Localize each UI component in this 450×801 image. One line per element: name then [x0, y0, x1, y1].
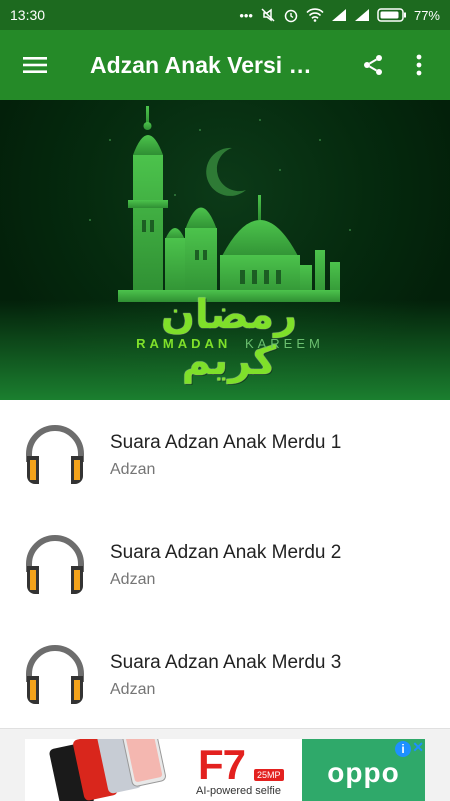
ad-info-icon[interactable]: i: [395, 741, 411, 757]
ad-brand-panel[interactable]: oppo i ✕: [302, 739, 425, 801]
mute-icon: [261, 8, 275, 22]
ramadan-banner: رمضان كريم RAMADAN KAREEM: [0, 100, 450, 400]
battery-percent: 77%: [413, 7, 440, 23]
headphones-icon: [26, 535, 84, 594]
app-bar: Adzan Anak Versi Baru: [0, 30, 450, 100]
ad-banner[interactable]: F7 25MP AI-powered selfie oppo i ✕: [0, 728, 450, 801]
alarm-icon: [284, 9, 298, 23]
more-vert-icon: [416, 54, 422, 76]
item-subtitle: Adzan: [110, 570, 156, 588]
item-title: Suara Adzan Anak Merdu 1: [110, 431, 342, 453]
status-icons: ••• 77%: [239, 7, 440, 23]
menu-icon: [23, 57, 47, 73]
item-title: Suara Adzan Anak Merdu 2: [110, 541, 342, 563]
wifi-icon: [306, 8, 324, 22]
banner-caption: RAMADAN KAREEM: [100, 336, 360, 351]
item-subtitle: Adzan: [110, 460, 156, 478]
ad-brand: oppo: [327, 757, 400, 788]
signal-2-icon: [354, 9, 369, 21]
menu-button[interactable]: [22, 45, 48, 85]
app-title: Adzan Anak Versi Baru: [90, 51, 318, 78]
ad-close-icon[interactable]: ✕: [412, 739, 424, 756]
list-item[interactable]: Suara Adzan Anak Merdu 2 Adzan: [0, 510, 450, 620]
status-bar: 13:30 ••• 77%: [0, 0, 450, 30]
ad-content[interactable]: F7 25MP AI-powered selfie oppo i ✕: [25, 739, 425, 801]
caption-ramadan: RAMADAN: [136, 336, 232, 351]
phones-illustration: [49, 739, 166, 801]
ad-text-block: F7 25MP AI-powered selfie: [190, 739, 302, 801]
headphones-icon: [26, 425, 84, 484]
ad-tagline: AI-powered selfie: [196, 785, 281, 797]
overflow-menu-button[interactable]: [402, 45, 436, 85]
battery-icon: [377, 8, 406, 22]
ad-phones-image: [25, 739, 190, 801]
signal-icon: [331, 9, 346, 21]
headphones-icon: [26, 645, 84, 704]
crescent-moon-icon: [206, 147, 246, 196]
ad-model: F7: [198, 741, 246, 788]
audio-list: Suara Adzan Anak Merdu 1 Adzan Suara Adz…: [0, 400, 450, 730]
more-notifications-icon: •••: [239, 7, 253, 23]
list-item[interactable]: Suara Adzan Anak Merdu 3 Adzan: [0, 620, 450, 730]
ad-megapixels: 25MP: [254, 769, 284, 781]
item-title: Suara Adzan Anak Merdu 3: [110, 651, 342, 673]
share-icon: [364, 55, 382, 75]
status-time: 13:30: [10, 7, 46, 23]
caption-kareem: KAREEM: [244, 336, 324, 351]
share-button[interactable]: [356, 45, 390, 85]
list-item[interactable]: Suara Adzan Anak Merdu 1 Adzan: [0, 400, 450, 510]
item-subtitle: Adzan: [110, 680, 156, 698]
